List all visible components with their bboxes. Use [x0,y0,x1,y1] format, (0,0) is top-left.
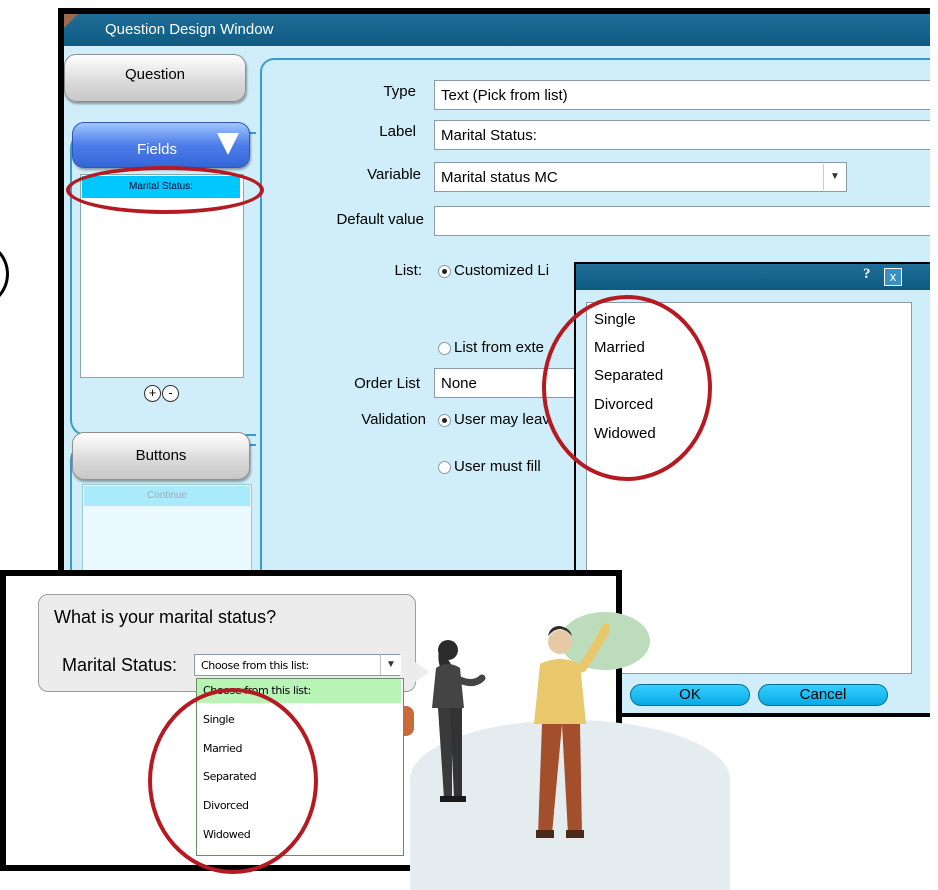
plus-icon: + [148,385,157,400]
decorative-arc [0,240,9,308]
default-value-field[interactable] [434,206,930,236]
triangle-down-icon [217,133,239,155]
list-label: List: [394,262,422,279]
window-title: Question Design Window [105,21,274,38]
variable-label: Variable [367,166,421,183]
default-value-label: Default value [336,211,424,228]
man-figure [534,623,610,838]
bubble-tail [412,660,430,684]
variable-select[interactable]: Marital status MC [434,162,847,192]
title-bar[interactable]: Question Design Window [64,14,930,46]
list-customized-label: Customized Li [454,262,550,279]
chevron-down-icon[interactable]: ▼ [380,655,401,675]
minus-icon: - [168,385,173,400]
list-customized-option[interactable]: Customized Li [438,262,578,279]
woman-figure [432,640,486,802]
question-prompt: What is your marital status? [54,607,277,627]
marital-status-label: Marital Status: [62,655,178,675]
help-icon[interactable]: ? [863,266,881,286]
label-label: Label [379,123,416,140]
radio-unselected-icon [438,341,451,355]
validation-may-leave-label: User may leav [454,411,550,428]
buttons-tab-button[interactable]: Buttons [72,432,250,480]
cancel-button[interactable]: Cancel [758,684,888,706]
validation-must-fill-option[interactable]: User must fill [438,458,578,475]
type-field[interactable]: Text (Pick from list) [434,80,930,110]
fields-tab-button[interactable]: Fields [72,122,250,168]
question-tab-button[interactable]: Question [64,54,246,102]
label-field[interactable]: Marital Status: [434,120,930,150]
title-corner-accent [64,14,78,28]
fields-tab-label: Fields [137,141,178,158]
annotation-oval-fields [66,166,264,214]
radio-unselected-icon [438,460,451,474]
annotation-oval-list [542,295,712,481]
close-icon[interactable]: x [884,268,902,286]
people-illustration [432,623,610,838]
order-list-label: Order List [354,375,420,392]
ok-button[interactable]: OK [630,684,750,706]
radio-selected-icon [438,264,451,278]
radio-selected-icon [438,413,451,427]
annotation-oval-preview [148,688,318,874]
chevron-down-icon[interactable]: ▼ [823,164,846,190]
type-label: Type [383,83,416,100]
marital-status-select[interactable]: Choose from this list: [194,654,400,676]
remove-field-button[interactable]: - [162,385,179,402]
list-external-label: List from exte [454,339,545,356]
validation-must-fill-label: User must fill [454,458,541,475]
buttons-list-item[interactable]: Continue [84,486,250,506]
add-field-button[interactable]: + [144,385,161,402]
validation-label: Validation [361,411,426,428]
